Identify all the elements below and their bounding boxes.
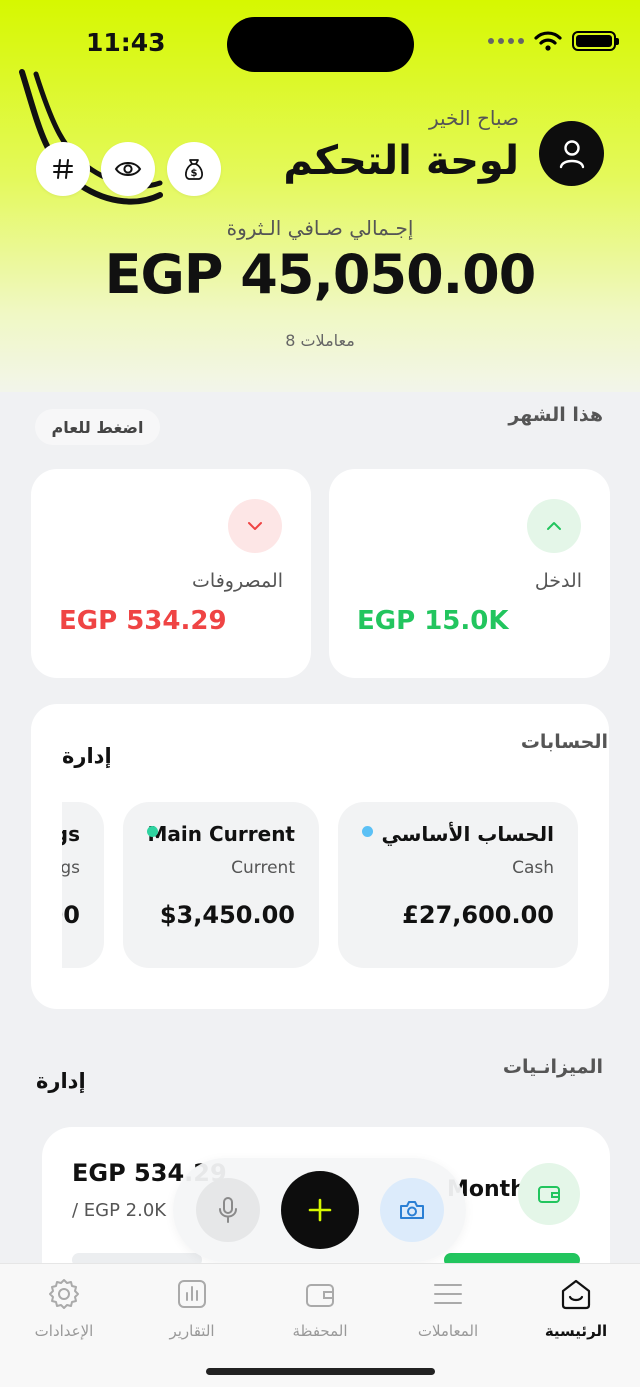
transactions-count: 8 معاملات — [285, 331, 355, 350]
bar-chart-icon — [178, 1280, 206, 1308]
expenses-card[interactable]: المصروفات EGP 534.29 — [31, 469, 311, 678]
account-type: Current — [231, 858, 295, 878]
wallet-icon — [306, 1284, 334, 1307]
account-balance: $3,450.00 — [159, 901, 295, 929]
hash-button[interactable] — [36, 142, 90, 196]
chevron-down-icon — [248, 522, 262, 530]
account-name: Main Current — [147, 822, 295, 846]
income-card[interactable]: الدخل EGP 15.0K — [329, 469, 610, 678]
chevron-up-icon — [547, 522, 561, 530]
accounts-manage-link[interactable]: إدارة — [62, 744, 112, 768]
wifi-icon — [534, 31, 562, 51]
account-type: Savings — [62, 858, 80, 878]
income-value: EGP 15.0K — [357, 606, 509, 636]
income-label: الدخل — [534, 570, 582, 592]
tab-wallet[interactable]: المحفظة — [260, 1274, 380, 1340]
account-name: الحساب الأساسي — [381, 822, 554, 846]
wallet-icon — [538, 1186, 560, 1203]
camera-icon — [400, 1201, 424, 1219]
net-worth-value: EGP 45,050.00 — [104, 243, 537, 306]
account-type: Cash — [512, 858, 554, 878]
profile-icon — [559, 139, 584, 168]
plus-icon — [308, 1198, 332, 1222]
hash-icon — [53, 159, 73, 179]
home-icon — [561, 1279, 591, 1310]
microphone-icon — [219, 1197, 237, 1223]
account-balance: £27,600.00 — [402, 901, 554, 929]
signal-icon — [488, 38, 524, 44]
net-worth-label: إجـمالي صـافي الـثروة — [226, 216, 414, 240]
account-color-dot — [147, 826, 158, 837]
account-balance: $0,000.00 — [62, 901, 80, 929]
page-title: لوحة التحكم — [283, 138, 519, 184]
account-color-dot — [362, 826, 373, 837]
svg-text:$: $ — [191, 168, 198, 179]
scan-receipt-button[interactable] — [380, 1178, 444, 1242]
tab-settings[interactable]: الإعدادات — [4, 1274, 124, 1340]
expenses-label: المصروفات — [192, 570, 283, 592]
budgets-manage-link[interactable]: إدارة — [36, 1069, 86, 1093]
account-card[interactable]: الحساب الأساسي Cash £27,600.00 — [338, 802, 578, 968]
accounts-list[interactable]: الحساب الأساسي Cash £27,600.00 Main Curr… — [62, 802, 578, 968]
expenses-value: EGP 534.29 — [59, 606, 227, 636]
voice-input-button[interactable] — [196, 1178, 260, 1242]
account-card[interactable]: Savings Savings $0,000.00 — [62, 802, 104, 968]
budgets-heading: الميزانـيات — [502, 1056, 603, 1078]
toggle-visibility-button[interactable] — [101, 142, 155, 196]
profile-avatar[interactable] — [539, 121, 604, 186]
battery-icon — [572, 31, 619, 51]
tab-label: المعاملات — [417, 1322, 479, 1340]
tab-label: المحفظة — [292, 1322, 348, 1340]
status-time: 11:43 — [86, 28, 166, 57]
tab-transactions[interactable]: المعاملات — [388, 1274, 508, 1340]
budget-limit: / EGP 2.0K — [72, 1200, 167, 1221]
account-name: Savings — [62, 822, 80, 846]
eye-icon — [114, 162, 142, 176]
income-icon-wrap — [527, 499, 581, 553]
this-month-heading: هذا الشهر — [508, 404, 603, 426]
money-bag-icon: $ — [185, 159, 203, 180]
gear-icon — [49, 1279, 79, 1309]
tab-label: الرئيسية — [544, 1322, 608, 1340]
money-bag-button[interactable]: $ — [167, 142, 221, 196]
tab-reports[interactable]: التقارير — [132, 1274, 252, 1340]
add-transaction-button[interactable] — [281, 1171, 359, 1249]
tab-label: التقارير — [169, 1322, 215, 1340]
list-icon — [434, 1284, 462, 1304]
hero-header: 11:43 صباح الخير لوحة التحكم $ إجـمالي ص… — [0, 0, 640, 392]
dynamic-island — [227, 17, 414, 72]
account-card[interactable]: Main Current Current $3,450.00 — [123, 802, 319, 968]
greeting-text: صباح الخير — [428, 106, 519, 130]
accounts-heading: الحسابات — [520, 731, 608, 753]
tab-home[interactable]: الرئيسية — [516, 1274, 636, 1340]
expenses-icon-wrap — [228, 499, 282, 553]
budget-icon-wrap — [518, 1163, 580, 1225]
tab-label: الإعدادات — [34, 1322, 94, 1340]
year-toggle-button[interactable]: اضغط للعام — [35, 409, 160, 445]
status-icons — [488, 30, 619, 52]
home-indicator[interactable] — [206, 1368, 435, 1375]
